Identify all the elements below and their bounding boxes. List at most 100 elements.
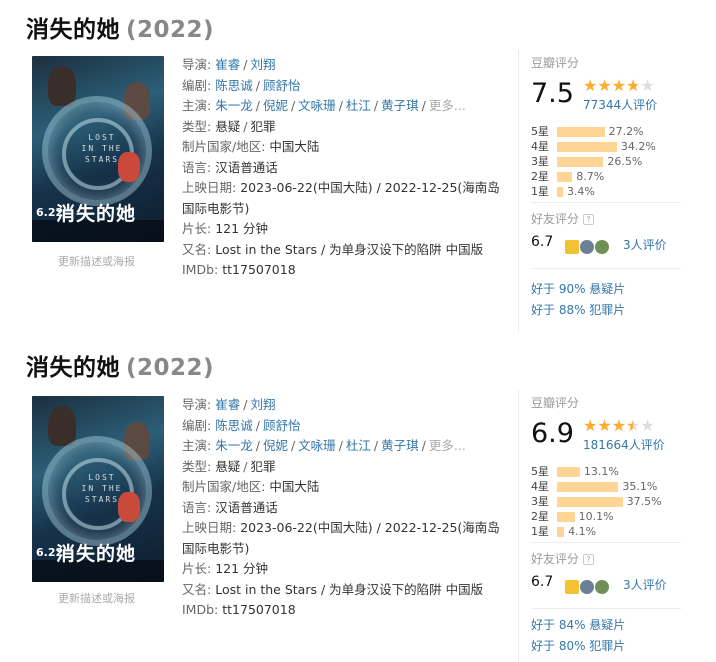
cast-link[interactable]: 倪妮 — [263, 438, 288, 453]
cast-link[interactable]: 黄子琪 — [381, 438, 419, 453]
movie-year: (2022) — [126, 17, 215, 43]
distribution-label: 4星 — [531, 480, 549, 493]
country-row: 制片国家/地区: 中国大陆 — [182, 479, 320, 494]
runtime-row: 片长: 121 分钟 — [182, 221, 269, 236]
help-icon[interactable]: ? — [583, 214, 595, 225]
distribution-bar — [557, 157, 604, 167]
release-row: 上映日期: 2023-06-22(中国大陆) / 2022-12-25(海南岛国… — [182, 520, 500, 556]
star-icon: ★★ — [640, 416, 655, 435]
avatar-icon[interactable] — [565, 239, 579, 254]
rating-distribution: 5星 27.2% 4星 34.2% 3星 26.5% 2星 8.7% 1星 3.4% — [531, 124, 681, 199]
rating-votes-link[interactable]: 181664人评价 — [583, 436, 665, 453]
help-icon[interactable]: ? — [583, 554, 595, 565]
director-link[interactable]: 崔睿 — [215, 57, 240, 72]
cast-link[interactable]: 杜江 — [346, 438, 371, 453]
cast-more-link[interactable]: 更多... — [429, 98, 466, 113]
distribution-bar — [557, 187, 563, 197]
distribution-row: 2星 8.7% — [531, 169, 681, 184]
distribution-percent: 34.2% — [620, 140, 656, 153]
distribution-label: 5星 — [531, 125, 549, 138]
divider — [531, 608, 681, 609]
writer-link[interactable]: 顾舒怡 — [263, 418, 301, 433]
distribution-bar — [557, 172, 573, 182]
distribution-label: 1星 — [531, 185, 549, 198]
director-link[interactable]: 崔睿 — [215, 397, 240, 412]
star-icon: ★★ — [583, 416, 598, 435]
imdb-row: IMDb: tt17507018 — [182, 602, 296, 617]
country-row: 制片国家/地区: 中国大陆 — [182, 139, 320, 154]
writer-row: 编剧: 陈思诚 / 顾舒怡 — [182, 417, 301, 433]
rating-votes-link[interactable]: 77344人评价 — [583, 96, 657, 113]
distribution-bar — [557, 497, 623, 507]
avatar-icon[interactable] — [565, 579, 579, 594]
update-poster-link[interactable]: 更新描述或海报 — [58, 590, 135, 606]
movie-title: 消失的她 (2022) — [26, 355, 215, 381]
friend-avatars — [565, 576, 610, 594]
divider — [531, 202, 681, 203]
genre: 悬疑 — [215, 458, 241, 474]
cast-more-link[interactable]: 更多... — [429, 438, 466, 453]
distribution-row: 1星 3.4% — [531, 184, 681, 199]
friend-count-link[interactable]: 3人评价 — [623, 236, 667, 253]
distribution-row: 2星 10.1% — [531, 509, 681, 524]
genre: 犯罪 — [250, 118, 276, 134]
rating-label: 豆瓣评分 — [531, 396, 580, 410]
movie-title: 消失的她 (2022) — [26, 17, 215, 43]
star-icon: ★★ — [597, 416, 612, 435]
language-value: 汉语普通话 — [215, 159, 278, 175]
country-value: 中国大陆 — [269, 139, 320, 154]
rating-stars: ★★★★★★★★★★ — [583, 417, 655, 435]
cast-row: 主演: 朱一龙 / 倪妮 / 文咏珊 / 杜江 / 黄子琪 / 更多... — [182, 98, 466, 113]
distribution-bar — [557, 142, 617, 152]
distribution-label: 1星 — [531, 525, 549, 538]
cast-link[interactable]: 黄子琪 — [381, 98, 419, 113]
avatar-icon[interactable] — [595, 579, 609, 594]
divider — [531, 268, 681, 269]
avatar-icon[interactable] — [580, 579, 594, 594]
rating-distribution: 5星 13.1% 4星 35.1% 3星 37.5% 2星 10.1% 1星 4.1% — [531, 464, 681, 539]
genre-row: 类型: 悬疑 / 犯罪 — [182, 458, 276, 474]
writer-link[interactable]: 陈思诚 — [215, 78, 253, 93]
distribution-row: 5星 13.1% — [531, 464, 681, 479]
better-than-link[interactable]: 好于 84% 悬疑片 — [531, 616, 625, 633]
release-row: 上映日期: 2023-06-22(中国大陆) / 2022-12-25(海南岛国… — [182, 180, 500, 216]
genre: 悬疑 — [215, 118, 241, 134]
distribution-percent: 26.5% — [607, 155, 643, 168]
update-poster-link[interactable]: 更新描述或海报 — [58, 253, 135, 269]
star-icon: ★★ — [583, 76, 598, 95]
writer-row: 编剧: 陈思诚 / 顾舒怡 — [182, 77, 301, 93]
distribution-bar — [557, 482, 619, 492]
director-link[interactable]: 刘翔 — [250, 397, 275, 412]
writer-link[interactable]: 顾舒怡 — [263, 78, 301, 93]
better-than-link[interactable]: 好于 88% 犯罪片 — [531, 301, 625, 318]
avatar-icon[interactable] — [595, 239, 609, 254]
cast-link[interactable]: 杜江 — [346, 98, 371, 113]
movie-block: 消失的她 (2022) LOST IN THE STARS 6.22 消失的她 更… — [0, 0, 716, 336]
genre-row: 类型: 悬疑 / 犯罪 — [182, 118, 276, 134]
distribution-percent: 27.2% — [608, 125, 644, 138]
writer-link[interactable]: 陈思诚 — [215, 418, 253, 433]
cast-link[interactable]: 文咏珊 — [298, 438, 336, 453]
friend-avatars — [565, 236, 610, 254]
star-icon: ★★ — [611, 76, 627, 95]
movie-year: (2022) — [126, 355, 215, 381]
distribution-percent: 10.1% — [578, 510, 614, 523]
movie-poster[interactable]: LOST IN THE STARS 6.22 消失的她 — [32, 396, 164, 582]
star-icon: ★★ — [626, 76, 641, 95]
avatar-icon[interactable] — [580, 239, 594, 254]
better-than-link[interactable]: 好于 90% 悬疑片 — [531, 280, 625, 297]
cast-link[interactable]: 文咏珊 — [298, 98, 336, 113]
rating-label: 豆瓣评分 — [531, 56, 580, 70]
cast-link[interactable]: 朱一龙 — [215, 438, 253, 453]
distribution-label: 2星 — [531, 510, 549, 523]
cast-link[interactable]: 倪妮 — [263, 98, 288, 113]
distribution-bar — [557, 527, 565, 537]
imdb-row: IMDb: tt17507018 — [182, 262, 296, 277]
language-row: 语言: 汉语普通话 — [182, 159, 278, 175]
friend-count-link[interactable]: 3人评价 — [623, 576, 667, 593]
director-link[interactable]: 刘翔 — [250, 57, 275, 72]
distribution-bar — [557, 512, 575, 522]
movie-poster[interactable]: LOST IN THE STARS 6.22 消失的她 — [32, 56, 164, 242]
cast-link[interactable]: 朱一龙 — [215, 98, 253, 113]
better-than-link[interactable]: 好于 80% 犯罪片 — [531, 637, 625, 654]
